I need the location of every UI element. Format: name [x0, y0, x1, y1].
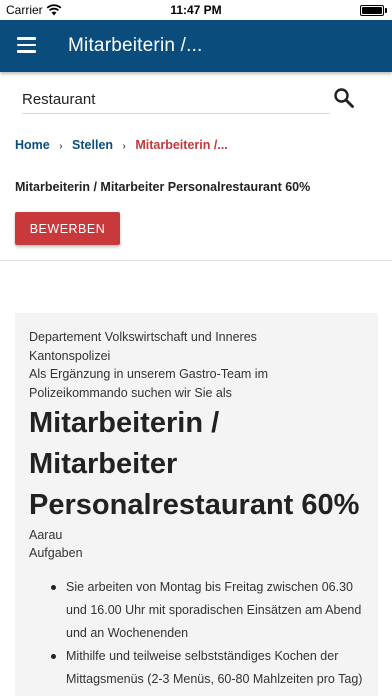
breadcrumb-current: Mitarbeiterin /...: [135, 138, 228, 152]
breadcrumb: Home › Stellen › Mitarbeiterin /...: [15, 138, 228, 152]
battery-icon: [360, 5, 384, 16]
app-bar-title: Mitarbeiterin /...: [68, 35, 203, 56]
breadcrumb-home[interactable]: Home: [15, 138, 50, 152]
task-list: Sie arbeiten von Montag bis Freitag zwis…: [51, 576, 366, 691]
page-title: Mitarbeiterin / Mitarbeiter Personalrest…: [15, 180, 311, 194]
breadcrumb-stellen[interactable]: Stellen: [72, 138, 113, 152]
divider: [0, 260, 392, 261]
chevron-right-icon: ›: [122, 141, 126, 152]
hamburger-menu-icon[interactable]: [17, 37, 37, 53]
clock: 11:47 PM: [170, 3, 222, 17]
search-field: [22, 86, 330, 114]
task-item: Sie arbeiten von Montag bis Freitag zwis…: [51, 576, 366, 645]
intro-text: Als Ergänzung in unserem Gastro-Team im …: [29, 367, 268, 400]
posting-intro: Departement Volkswirtschaft und Inneres …: [29, 328, 369, 402]
app-bar: Mitarbeiterin /...: [0, 20, 392, 72]
battery-tip: [385, 8, 387, 13]
search-icon[interactable]: [333, 87, 355, 109]
location-text: Aarau: [29, 528, 63, 542]
department-text: Departement Volkswirtschaft und Inneres: [29, 330, 257, 344]
job-posting-card: Departement Volkswirtschaft und Inneres …: [15, 313, 378, 696]
unit-text: Kantonspolizei: [29, 348, 111, 363]
posting-headline: Mitarbeiterin / Mitarbeiter Personalrest…: [29, 407, 360, 521]
apply-button[interactable]: BEWERBEN: [15, 212, 120, 245]
task-item: Mithilfe und teilweise selbstständiges K…: [51, 645, 366, 691]
search-input[interactable]: [22, 86, 330, 113]
tasks-heading: Aufgaben: [29, 546, 83, 560]
status-bar: Carrier 11:47 PM: [0, 0, 392, 20]
chevron-right-icon: ›: [59, 141, 63, 152]
